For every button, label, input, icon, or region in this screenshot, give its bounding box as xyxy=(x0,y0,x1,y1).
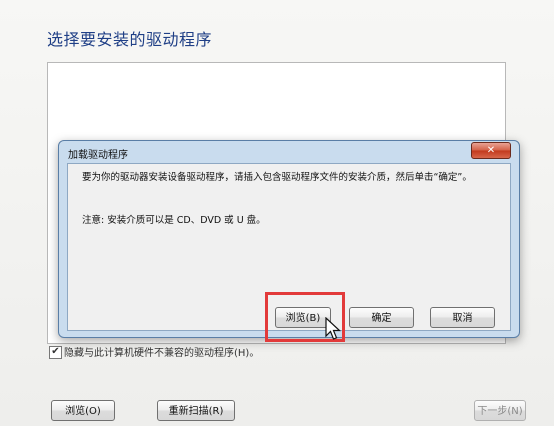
hide-incompatible-checkbox[interactable]: ✔ xyxy=(49,346,62,359)
dialog-message: 要为你的驱动器安装设备驱动程序，请插入包含驱动程序文件的安装介质，然后单击“确定… xyxy=(82,172,472,183)
next-button[interactable]: 下一步(N) xyxy=(474,400,526,421)
rescan-button[interactable]: 重新扫描(R) xyxy=(157,400,235,421)
dialog-body: 要为你的驱动器安装设备驱动程序，请插入包含驱动程序文件的安装介质，然后单击“确定… xyxy=(67,163,511,342)
dialog-title: 加载驱动程序 xyxy=(68,150,128,161)
dialog-ok-button[interactable]: 确定 xyxy=(349,307,414,328)
mouse-cursor-icon xyxy=(325,317,342,340)
page-title: 选择要安装的驱动程序 xyxy=(47,30,213,49)
browse-button[interactable]: 浏览(O) xyxy=(51,400,115,421)
load-driver-dialog: 加载驱动程序 ✕ 要为你的驱动器安装设备驱动程序，请插入包含驱动程序文件的安装介… xyxy=(58,140,520,342)
hide-incompatible-label: 隐藏与此计算机硬件不兼容的驱动程序(H)。 xyxy=(64,348,260,359)
installer-screen: 选择要安装的驱动程序 ✔ 隐藏与此计算机硬件不兼容的驱动程序(H)。 浏览(O)… xyxy=(0,0,554,426)
dialog-cancel-button[interactable]: 取消 xyxy=(430,307,495,328)
dialog-note: 注意: 安装介质可以是 CD、DVD 或 U 盘。 xyxy=(82,215,266,226)
close-icon[interactable]: ✕ xyxy=(471,142,511,159)
